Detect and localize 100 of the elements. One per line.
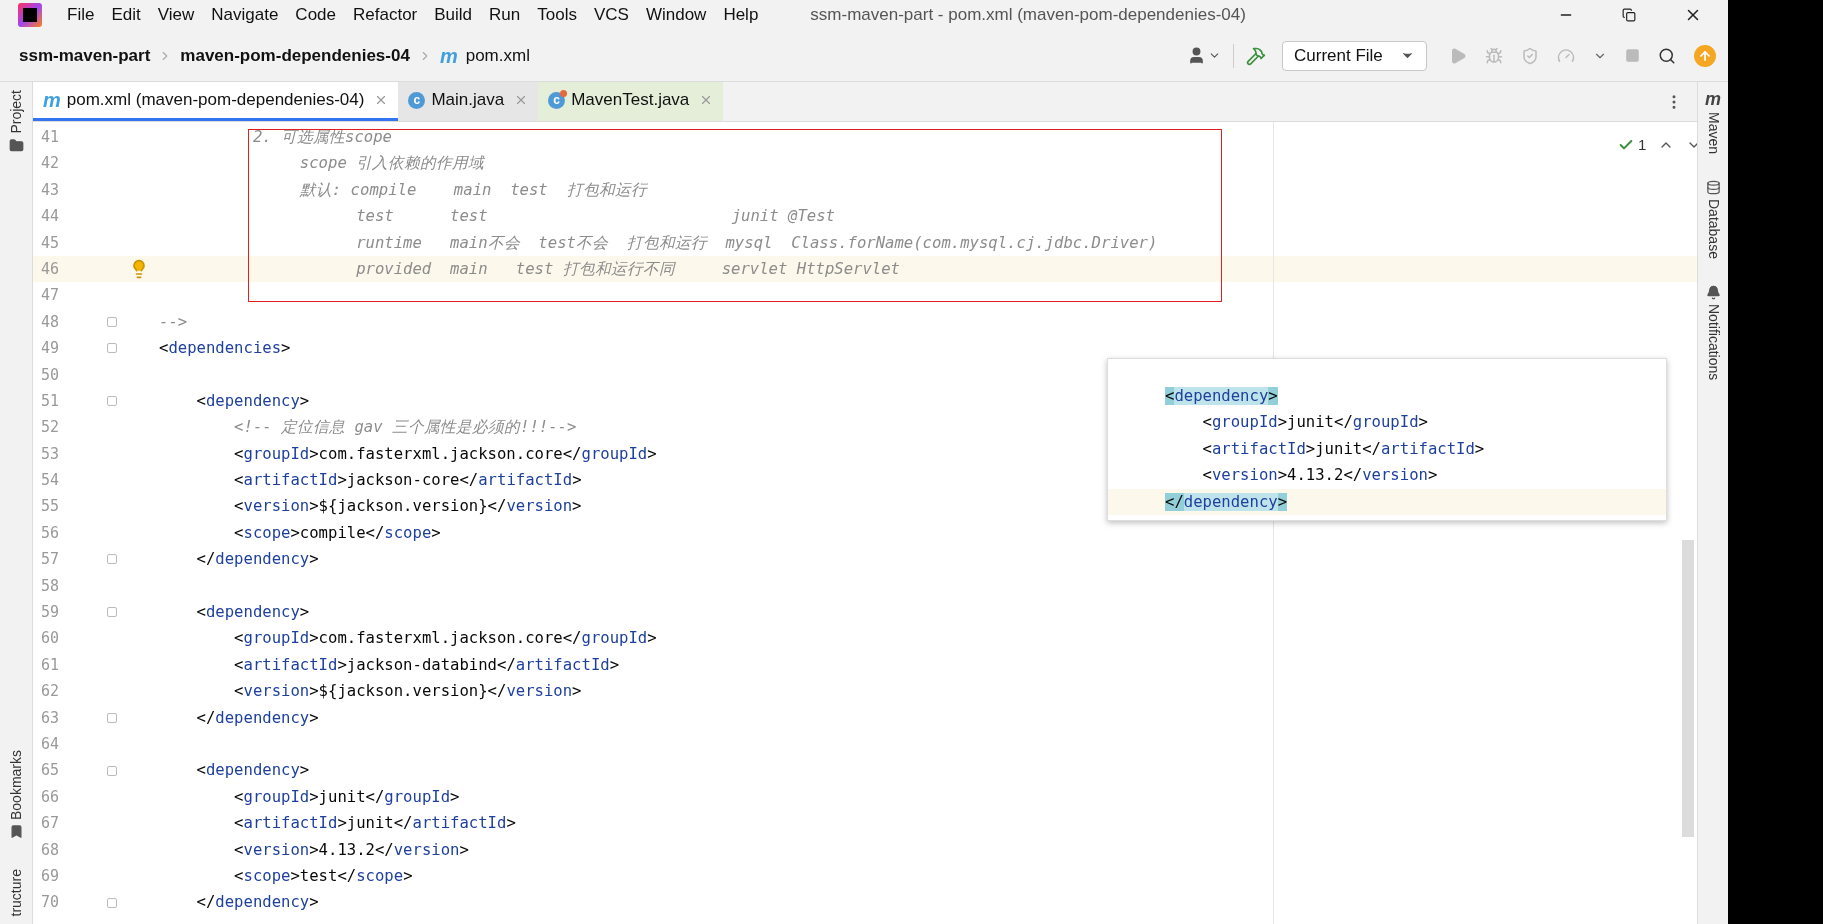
- maven-icon: m: [43, 90, 61, 110]
- class-icon: c: [408, 91, 426, 109]
- line-number: 68: [40, 839, 61, 861]
- tool-window-tab[interactable]: Maven: [1702, 112, 1724, 155]
- tool-window-tab[interactable]: Database: [1702, 199, 1724, 259]
- fold-icon[interactable]: [107, 765, 117, 776]
- code-line: <dependency>: [195, 760, 310, 782]
- menu-item[interactable]: View: [157, 2, 195, 28]
- problem-count[interactable]: 1: [1638, 134, 1647, 157]
- bookmark-icon: [8, 823, 24, 839]
- menu-item[interactable]: File: [67, 2, 95, 28]
- hammer-icon[interactable]: [1246, 45, 1266, 66]
- code-line: </dependency>: [195, 892, 319, 914]
- code-line: <artifactId>junit</artifactId>: [233, 813, 516, 835]
- code-comment: 2. 可选属性scope: [251, 127, 392, 148]
- code-line: <groupId>junit</groupId>: [233, 786, 460, 808]
- tool-window-tab[interactable]: tructure: [5, 868, 27, 916]
- debug-icon[interactable]: [1485, 46, 1503, 65]
- breadcrumb-item[interactable]: ssm-maven-part: [19, 42, 151, 69]
- fold-icon[interactable]: [107, 343, 117, 354]
- code-line: <groupId>com.fasterxml.jackson.core</groupId>: [233, 628, 657, 650]
- line-number: 45: [40, 232, 61, 254]
- stop-icon[interactable]: [1625, 48, 1640, 63]
- run-config-dropdown[interactable]: Current File: [1282, 40, 1427, 71]
- search-icon[interactable]: [1658, 46, 1676, 65]
- maven-icon: m: [1705, 90, 1721, 108]
- code-comment: 默认: compile main test 打包和运行: [298, 179, 647, 201]
- bell-icon: [1705, 284, 1721, 300]
- line-number: 46: [40, 258, 61, 280]
- fold-icon[interactable]: [107, 897, 117, 908]
- menu-item[interactable]: Help: [723, 2, 759, 28]
- fold-icon[interactable]: [107, 712, 117, 723]
- breadcrumb-item[interactable]: pom.xml: [465, 42, 530, 69]
- code-line: <version>4.13.2</version>: [1201, 465, 1438, 487]
- line-number: 67: [40, 813, 61, 835]
- folder-icon: [8, 137, 24, 153]
- line-number: 60: [40, 628, 61, 650]
- line-number: 49: [40, 338, 61, 360]
- menu-item[interactable]: Navigate: [211, 2, 279, 28]
- editor-tab[interactable]: c MavenTest.java: [538, 82, 724, 121]
- coverage-icon[interactable]: [1521, 46, 1539, 65]
- fold-icon[interactable]: [107, 554, 117, 565]
- code-line: <scope>compile</scope>: [233, 522, 441, 544]
- menu-item[interactable]: VCS: [593, 2, 629, 28]
- menu-item[interactable]: Window: [645, 2, 707, 28]
- tool-window-tab[interactable]: Bookmarks: [5, 749, 27, 820]
- user-button[interactable]: [1187, 46, 1221, 65]
- code-line: <artifactId>jackson-databind</artifactId>: [233, 654, 620, 676]
- breadcrumb-item[interactable]: maven-pom-dependenies-04: [180, 42, 410, 69]
- line-number: 58: [40, 575, 61, 597]
- menu-item[interactable]: Edit: [111, 2, 141, 28]
- run-icon[interactable]: [1449, 46, 1467, 65]
- editor-tab[interactable]: c Main.java: [398, 82, 539, 121]
- code-comment: runtime main不会 test不会 打包和运行 mysql Class.forName(com.mysql.cj.jdbc.Driver): [355, 232, 1158, 254]
- line-number: 44: [40, 206, 61, 228]
- app-logo[interactable]: [18, 3, 42, 27]
- line-number: 55: [40, 496, 61, 518]
- code-line: <version>${jackson.version}</version>: [233, 681, 582, 703]
- menu-item[interactable]: Tools: [537, 2, 577, 28]
- line-number: 53: [40, 443, 61, 465]
- line-number: 61: [40, 654, 61, 676]
- line-number: 48: [40, 311, 61, 333]
- menu-item[interactable]: Build: [434, 2, 473, 28]
- line-number: 41: [40, 127, 61, 148]
- code-line: <artifactId>jackson-core</artifactId>: [233, 470, 582, 492]
- class-icon: c: [548, 91, 566, 109]
- code-line: </dependency>: [195, 707, 319, 729]
- code-line: <version>${jackson.version}</version>: [233, 496, 582, 518]
- editor-tab[interactable]: m pom.xml (maven-pom-dependenies-04): [33, 82, 399, 121]
- line-number: 50: [40, 364, 61, 386]
- scrollbar[interactable]: [1682, 540, 1694, 837]
- line-number: 54: [40, 470, 61, 492]
- code-comment: -->: [159, 311, 188, 333]
- line-number: 52: [40, 417, 61, 439]
- menu-item[interactable]: Refactor: [353, 2, 418, 28]
- tool-window-tab[interactable]: Notifications: [1702, 303, 1724, 381]
- code-comment: test test junit @Test: [355, 206, 835, 228]
- profile-icon[interactable]: [1557, 46, 1575, 65]
- line-number: 57: [40, 549, 61, 571]
- code-line: <version>4.13.2</version>: [233, 839, 469, 861]
- line-number: 65: [40, 760, 61, 782]
- menu-item[interactable]: Code: [295, 2, 336, 28]
- code-line: <dependencies>: [159, 338, 291, 360]
- window-title: ssm-maven-part - pom.xml (maven-pom-dependenies-04): [810, 4, 1246, 27]
- code-line: </dependency>: [195, 549, 319, 571]
- code-line: <dependency>: [195, 390, 310, 412]
- restore-icon[interactable]: [1622, 8, 1636, 22]
- line-number: 63: [40, 707, 61, 729]
- user-icon: [1187, 46, 1206, 65]
- code-line: <groupId>com.fasterxml.jackson.core</groupId>: [233, 443, 657, 465]
- code-comment: provided main test 打包和运行不同 servlet HttpServlet: [355, 258, 900, 280]
- fold-icon[interactable]: [107, 607, 117, 618]
- line-number: 47: [40, 285, 61, 307]
- line-number: 59: [40, 602, 61, 624]
- tool-window-tab[interactable]: Project: [5, 90, 27, 134]
- database-icon: [1705, 180, 1721, 196]
- fold-icon[interactable]: [107, 316, 117, 327]
- update-icon[interactable]: [1694, 44, 1716, 67]
- menu-item[interactable]: Run: [489, 2, 521, 28]
- fold-icon[interactable]: [107, 396, 117, 407]
